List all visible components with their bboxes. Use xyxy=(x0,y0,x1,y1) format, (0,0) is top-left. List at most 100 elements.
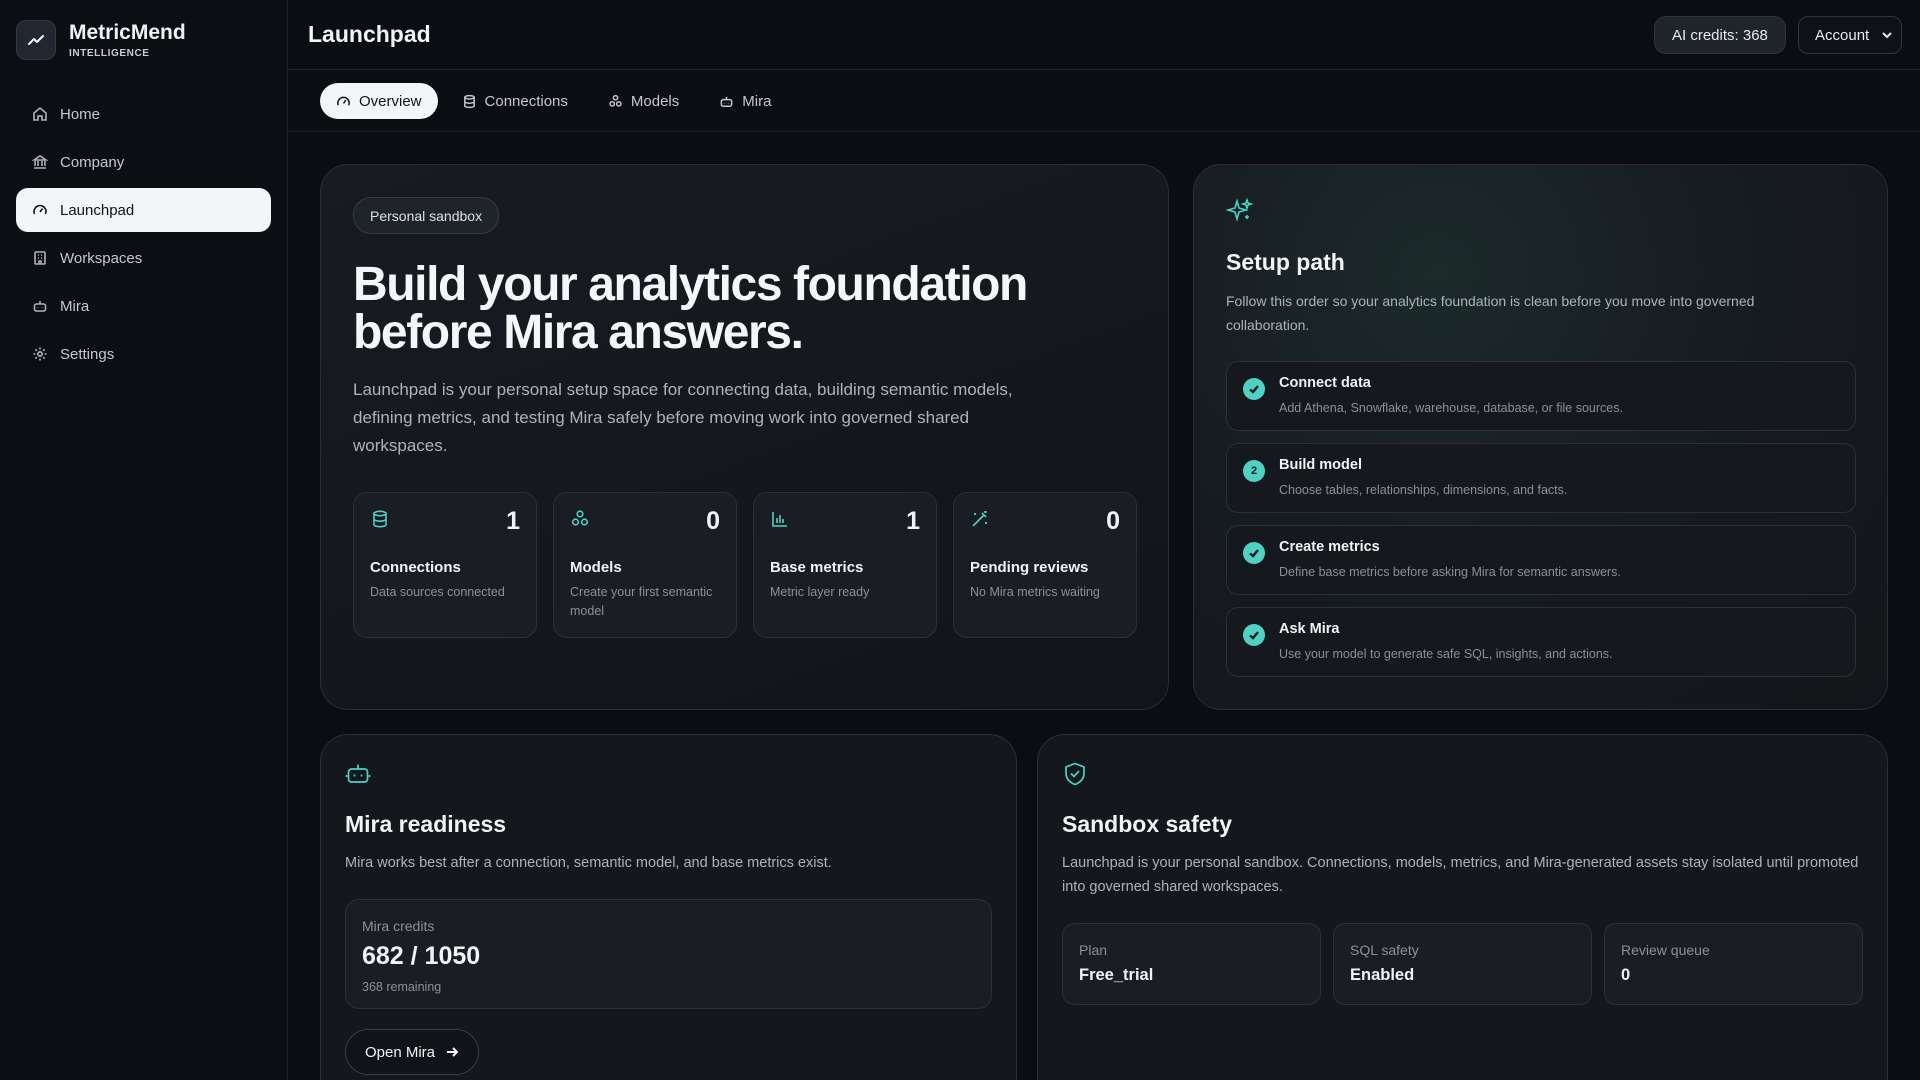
model-icon xyxy=(571,510,589,526)
database-icon xyxy=(373,510,387,528)
check-icon xyxy=(1243,378,1265,400)
check-icon xyxy=(1243,624,1265,646)
sidebar-item-settings[interactable]: Settings xyxy=(16,332,271,376)
credits-label: Mira credits xyxy=(362,918,435,934)
tab-label: Overview xyxy=(359,92,422,110)
step-connect-data[interactable]: Connect data Add Athena, Snowflake, ware… xyxy=(1226,361,1856,431)
readiness-title: Mira readiness xyxy=(345,811,507,837)
sidebar-item-label: Mira xyxy=(60,297,90,315)
review-queue-value: 0 xyxy=(1621,966,1631,984)
setup-steps: Connect data Add Athena, Snowflake, ware… xyxy=(1226,361,1856,689)
tab-label: Mira xyxy=(742,92,772,110)
plan-value: Free_trial xyxy=(1079,966,1154,984)
bot-icon xyxy=(720,96,733,107)
sidebar-item-label: Company xyxy=(60,153,125,171)
stat-label: Models xyxy=(570,559,622,576)
account-menu-button[interactable]: Account xyxy=(1798,16,1902,54)
open-mira-button[interactable]: Open Mira xyxy=(345,1029,479,1075)
gauge-icon xyxy=(33,204,47,215)
sidebar-item-home[interactable]: Home xyxy=(16,92,271,136)
stat-label: Base metrics xyxy=(770,559,864,576)
stat-card-connections[interactable]: 1 Connections Data sources connected xyxy=(353,492,537,638)
step-title: Connect data xyxy=(1279,375,1371,391)
setup-path-card: Setup path Follow this order so your ana… xyxy=(1193,164,1888,710)
sidebar-item-label: Settings xyxy=(60,345,115,363)
personal-sandbox-badge: Personal sandbox xyxy=(353,197,500,234)
hero-description: Launchpad is your personal setup space f… xyxy=(353,380,1013,455)
step-subtitle: Use your model to generate safe SQL, ins… xyxy=(1279,647,1613,661)
tab-connections[interactable]: Connections xyxy=(446,83,584,119)
sidebar-item-workspaces[interactable]: Workspaces xyxy=(16,236,271,280)
step-title: Create metrics xyxy=(1279,539,1380,555)
sparkles-icon xyxy=(1225,197,1254,222)
database-icon xyxy=(463,94,475,108)
chevron-down-icon xyxy=(1882,32,1892,39)
bar-chart-icon xyxy=(772,512,787,527)
step-subtitle: Define base metrics before asking Mira f… xyxy=(1279,565,1621,579)
mira-readiness-card: Mira readiness Mira works best after a c… xyxy=(320,734,1017,1080)
tab-mira[interactable]: Mira xyxy=(703,83,787,119)
shield-check-icon xyxy=(1065,762,1085,786)
sidebar-item-launchpad[interactable]: Launchpad xyxy=(16,188,271,232)
sql-safety-box: SQL safety Enabled xyxy=(1333,923,1592,1005)
stat-label: Connections xyxy=(370,559,461,576)
gear-icon xyxy=(33,347,47,361)
step-build-model[interactable]: 2 Build model Choose tables, relationshi… xyxy=(1226,443,1856,513)
bank-icon xyxy=(32,155,48,169)
stat-value: 0 xyxy=(1106,507,1120,535)
stat-subtitle: Metric layer ready xyxy=(770,585,870,599)
magic-wand-icon xyxy=(972,511,987,527)
brand[interactable]: MetricMend INTELLIGENCE xyxy=(16,20,186,60)
step-create-metrics[interactable]: Create metrics Define base metrics befor… xyxy=(1226,525,1856,595)
sidebar-item-mira[interactable]: Mira xyxy=(16,284,271,328)
stat-value: 1 xyxy=(906,507,920,535)
mira-credits-box: Mira credits 682 / 1050 368 remaining xyxy=(345,899,992,1009)
sidebar-item-label: Launchpad xyxy=(60,201,135,219)
sql-safety-label: SQL safety xyxy=(1350,942,1419,958)
topbar: Launchpad AI credits: 368 Account xyxy=(288,0,1920,70)
credits-remaining: 368 remaining xyxy=(362,980,442,994)
app: MetricMend INTELLIGENCE Home Company Lau… xyxy=(0,0,1920,1080)
step-ask-mira[interactable]: Ask Mira Use your model to generate safe… xyxy=(1226,607,1856,677)
stat-subtitle: Data sources connected xyxy=(370,585,505,599)
hero-card: Personal sandbox Build your analytics fo… xyxy=(320,164,1169,710)
sql-safety-value: Enabled xyxy=(1350,966,1415,984)
sidebar-item-label: Home xyxy=(60,105,101,123)
model-icon xyxy=(609,94,622,107)
stat-subtitle: No Mira metrics waiting xyxy=(970,585,1100,599)
step-number-badge: 2 xyxy=(1243,460,1265,482)
sidebar-item-company[interactable]: Company xyxy=(16,140,271,184)
stat-card-base-metrics[interactable]: 1 Base metrics Metric layer ready xyxy=(753,492,937,638)
gauge-icon xyxy=(337,96,350,106)
sidebar: MetricMend INTELLIGENCE Home Company Lau… xyxy=(0,0,288,1080)
bot-icon xyxy=(33,301,47,312)
setup-title: Setup path xyxy=(1226,249,1345,275)
safety-description: Launchpad is your personal sandbox. Conn… xyxy=(1062,855,1859,895)
home-icon xyxy=(33,106,47,121)
tab-label: Models xyxy=(630,92,680,110)
step-title: Build model xyxy=(1279,457,1362,473)
plan-label: Plan xyxy=(1079,942,1108,958)
tab-label: Connections xyxy=(484,92,568,110)
stat-subtitle: Create your first semantic model xyxy=(570,585,713,618)
tab-models[interactable]: Models xyxy=(592,83,695,119)
stat-value: 0 xyxy=(706,507,720,535)
stat-card-pending-reviews[interactable]: 0 Pending reviews No Mira metrics waitin… xyxy=(953,492,1137,638)
sidebar-item-label: Workspaces xyxy=(60,249,143,267)
stat-label: Pending reviews xyxy=(970,559,1089,576)
step-subtitle: Choose tables, relationships, dimensions… xyxy=(1279,483,1568,497)
ai-credits-badge[interactable]: AI credits: 368 xyxy=(1654,16,1786,54)
stat-value: 1 xyxy=(506,507,520,535)
trend-line-icon xyxy=(16,20,56,60)
brand-name: MetricMend xyxy=(69,21,186,44)
bot-icon xyxy=(345,764,371,783)
arrow-right-icon xyxy=(447,1047,459,1057)
review-queue-box: Review queue 0 xyxy=(1604,923,1863,1005)
safety-stats: Plan Free_trial SQL safety Enabled Revie… xyxy=(1062,923,1863,1005)
tab-overview[interactable]: Overview xyxy=(320,83,438,119)
account-label: Account xyxy=(1815,26,1870,44)
stats-row: 1 Connections Data sources connected 0 M… xyxy=(353,492,1137,638)
safety-title: Sandbox safety xyxy=(1062,811,1232,837)
stat-card-models[interactable]: 0 Models Create your first semantic mode… xyxy=(553,492,737,638)
sidebar-nav: Home Company Launchpad Workspaces Mira S… xyxy=(16,92,271,380)
